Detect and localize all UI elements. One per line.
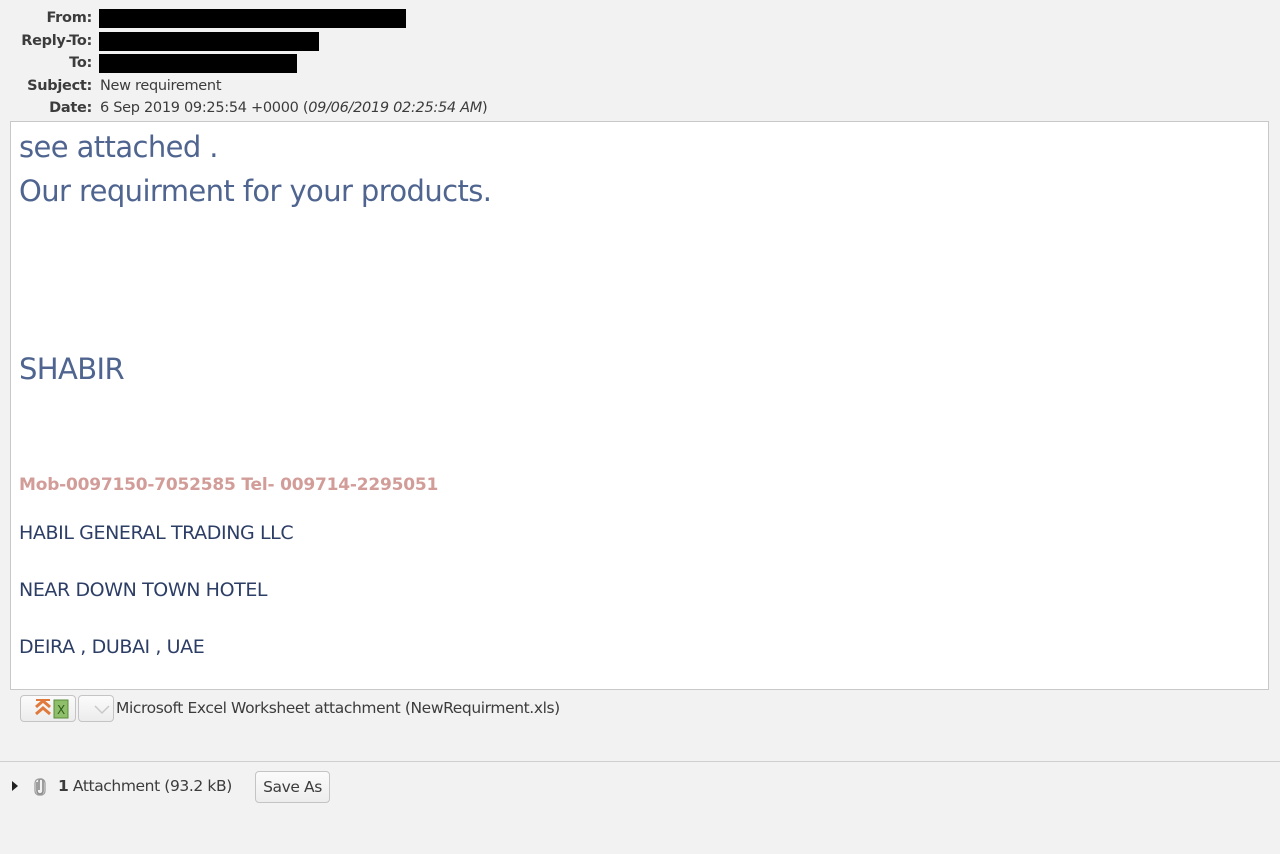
attachment-description: Microsoft Excel Worksheet attachment (Ne… [116,699,560,717]
header-date: Date: 6 Sep 2019 09:25:54 +0000 (09/06/2… [0,97,1280,120]
signature-phone: Mob-0097150-7052585 Tel- 009714-2295051 [19,475,439,495]
signature-address-1: NEAR DOWN TOWN HOTEL [19,579,268,601]
body-line-see-attached: see attached . [19,130,219,164]
paperclip-icon [34,778,46,796]
header-reply-to-label: Reply-To: [21,32,92,49]
attachment-count: 1 [58,777,69,795]
header-to-label: To: [69,55,92,71]
triangle-right-icon[interactable] [12,781,18,791]
body-line-requirement: Our requirment for your products. [19,174,492,208]
attachment-count-label: 1 Attachment (93.2 kB) [58,777,232,795]
header-to-redacted [99,54,297,73]
header-from-redacted [99,9,406,28]
header-reply-to-redacted [99,31,319,51]
message-body: see attached . Our requirment for your p… [10,121,1269,690]
header-reply-to: Reply-To: [0,30,1280,53]
header-to: To: [0,52,1280,75]
header-from: From: [0,7,1280,30]
signature-address-2: DEIRA , DUBAI , UAE [19,636,205,658]
attachments-bar: 1 Attachment (93.2 kB) Save As [0,770,1280,804]
signature-name: SHABIR [19,352,125,386]
signature-company: HABIL GENERAL TRADING LLC [19,522,294,544]
chevron-down-icon [94,705,110,715]
header-subject: Subject: New requirement [0,75,1280,98]
save-as-button[interactable]: Save As [255,771,330,803]
attachment-menu-button[interactable] [78,695,114,722]
date-utc: 6 Sep 2019 09:25:54 +0000 ( [100,100,309,116]
header-subject-value: New requirement [100,77,222,94]
header-from-label: From: [46,10,93,26]
divider [0,761,1280,762]
message-headers: From: Reply-To: To: Subject: New require… [0,7,1280,120]
excel-open-icon: X [35,699,69,719]
header-date-label: Date: [49,100,92,116]
header-date-value: 6 Sep 2019 09:25:54 +0000 (09/06/2019 02… [100,97,488,119]
attachment-size: Attachment (93.2 kB) [68,777,232,795]
date-close: ) [481,100,488,116]
svg-text:X: X [57,703,65,717]
date-local: 09/06/2019 02:25:54 AM [308,100,482,116]
open-attachment-button[interactable]: X [20,695,76,722]
header-subject-label: Subject: [27,77,92,94]
